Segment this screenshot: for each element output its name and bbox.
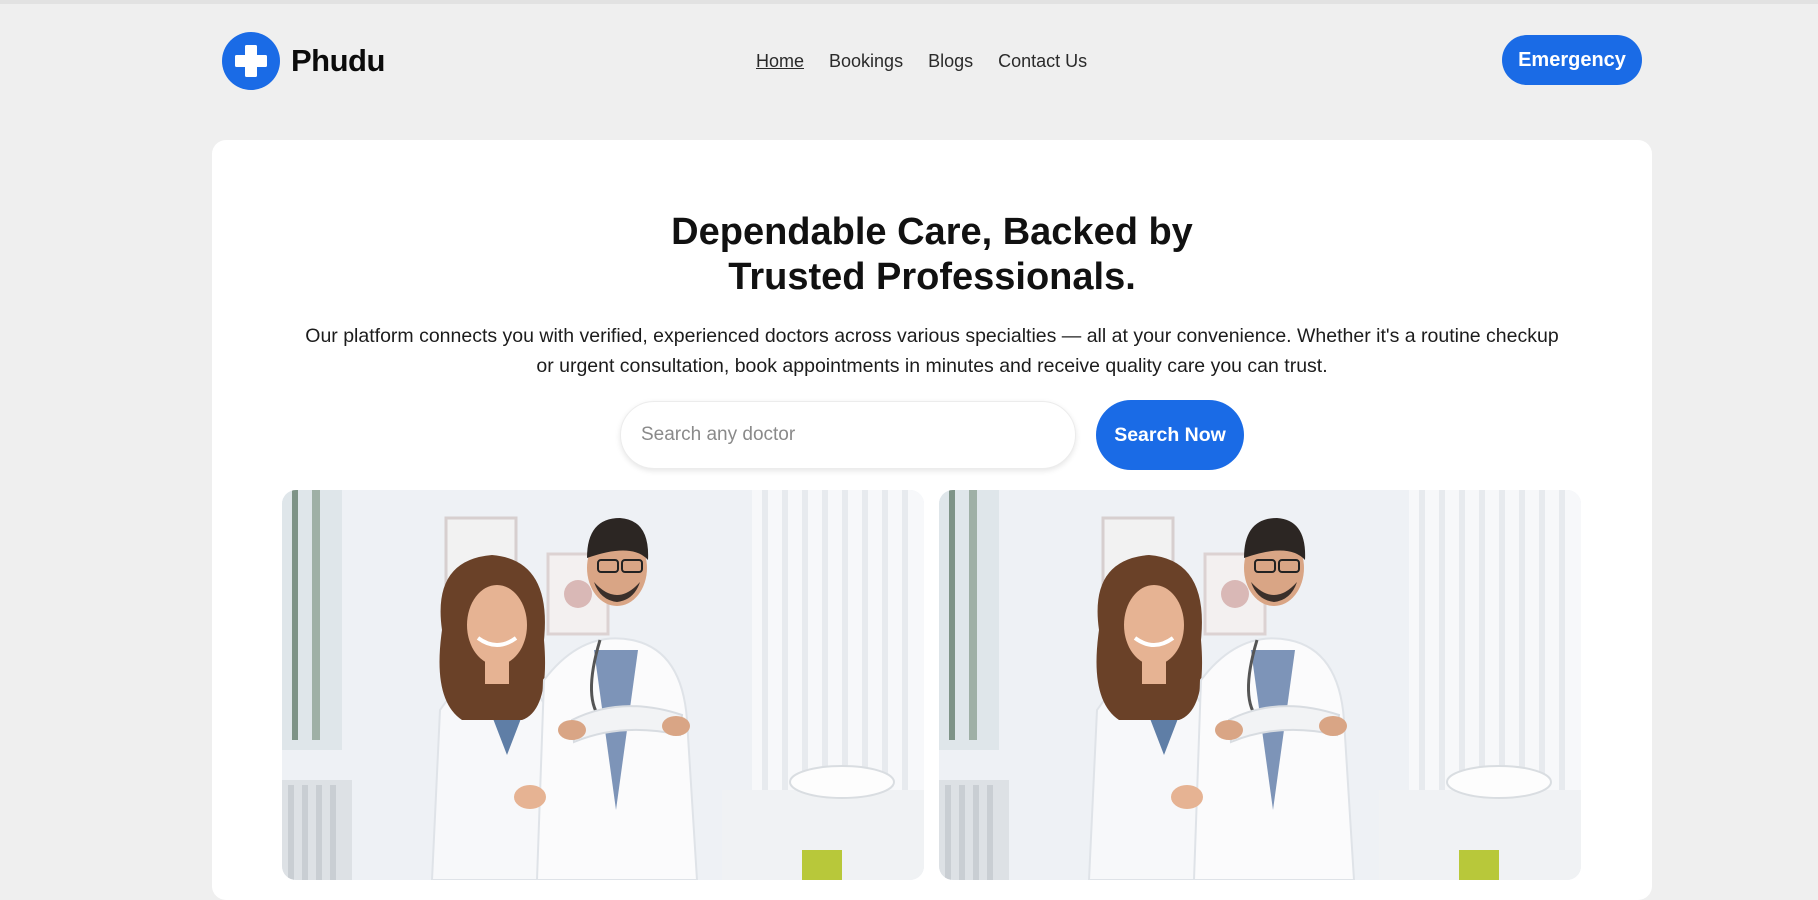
navbar: Phudu Home Bookings Blogs Contact Us Eme… [222,30,1642,92]
nav-bookings-link[interactable]: Bookings [829,51,903,72]
hero-title-line-2: Trusted Professionals. [728,256,1136,298]
hero-description: Our platform connects you with verified,… [282,321,1582,381]
medical-cross-icon [222,32,280,90]
hero-description-line-2: or urgent consultation, book appointment… [536,355,1328,377]
top-border [0,0,1818,4]
doctors-photo-illustration [939,490,1581,880]
nav-contact-link[interactable]: Contact Us [998,51,1087,72]
two-doctors-photo [939,490,1581,880]
doctor-search-input[interactable] [620,401,1076,469]
hero-card: Dependable Care, Backed by Trusted Profe… [212,140,1652,900]
main-nav: Home Bookings Blogs Contact Us [756,30,1087,92]
hero-title-line-1: Dependable Care, Backed by [671,211,1193,253]
hero-title: Dependable Care, Backed by Trusted Profe… [212,210,1652,300]
nav-blogs-link[interactable]: Blogs [928,51,973,72]
two-doctors-photo [282,490,924,880]
search-now-button[interactable]: Search Now [1096,400,1244,470]
logo[interactable]: Phudu [222,30,385,92]
nav-home-link[interactable]: Home [756,51,804,72]
doctors-photo-illustration [282,490,924,880]
hero-description-line-1: Our platform connects you with verified,… [305,325,1559,347]
brand-name: Phudu [291,43,385,78]
emergency-button[interactable]: Emergency [1502,35,1642,85]
